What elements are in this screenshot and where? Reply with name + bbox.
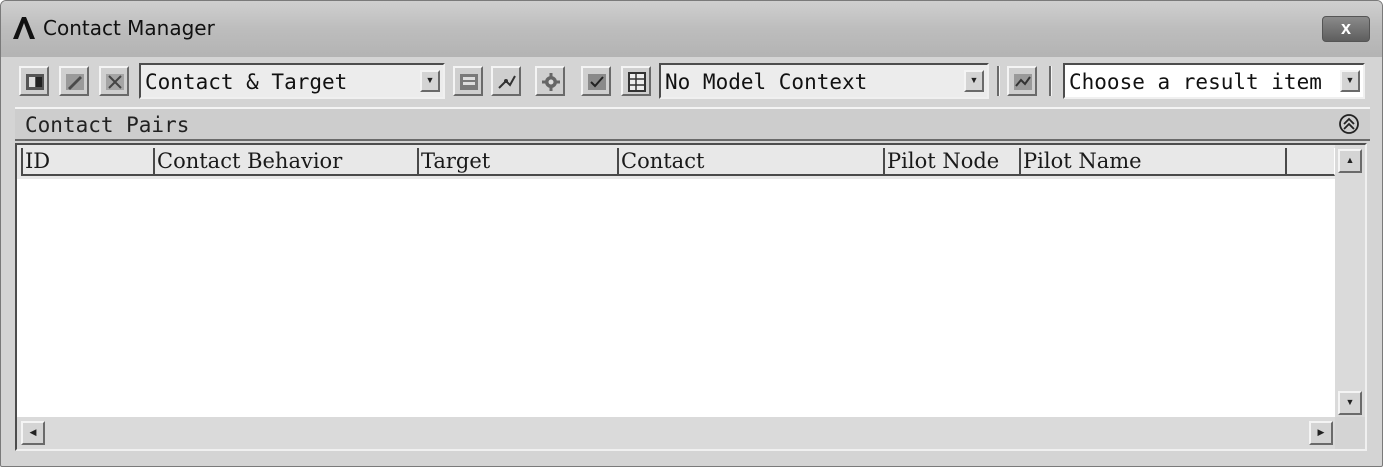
delete-contact-button[interactable] [99,66,129,96]
contact-tools-button[interactable] [535,66,565,96]
scroll-down-icon[interactable]: ▼ [1338,391,1362,415]
element-filter-dropdown[interactable]: Contact & Target ▼ [139,63,445,99]
contact-pairs-table[interactable]: ID Contact Behavior Target Contact Pilot… [15,143,1367,451]
result-item-dropdown[interactable]: Choose a result item ▼ [1063,63,1365,99]
scrollbar-corner [1335,417,1365,449]
section-title: Contact Pairs [25,113,190,137]
table-view-button[interactable] [621,66,651,96]
close-button[interactable]: x [1322,16,1370,42]
column-header-extra[interactable] [1285,148,1335,176]
plot-contacts-button[interactable] [491,66,521,96]
horizontal-scrollbar[interactable]: ◀ ▶ [17,417,1337,449]
scroll-right-icon[interactable]: ▶ [1309,421,1333,445]
model-context-dropdown[interactable]: No Model Context ▼ [659,63,989,99]
column-header-target[interactable]: Target [417,148,619,176]
toolbar: Contact & Target ▼ No Model Context ▼ Ch [15,61,1370,103]
plot-contacts-icon [498,75,516,89]
result-plot-icon [1014,74,1032,90]
collapse-up-icon[interactable] [1338,113,1360,135]
edit-contact-icon [66,74,84,90]
result-item-value: Choose a result item [1069,70,1322,94]
column-header-pilot-name[interactable]: Pilot Name [1019,148,1287,176]
window-title: Contact Manager [43,16,215,40]
contact-wizard-button[interactable] [19,66,49,96]
dropdown-arrow-icon[interactable]: ▼ [1340,70,1360,92]
contact-manager-window: Contact Manager x Contact & Target ▼ No … [0,0,1383,467]
column-header-id[interactable]: ID [21,148,155,176]
vertical-scrollbar[interactable]: ▲ ▼ [1335,145,1365,417]
contact-pairs-header: Contact Pairs [15,107,1370,141]
column-header-contact[interactable]: Contact [617,148,885,176]
table-view-icon [628,72,646,92]
ansys-logo-icon [13,17,35,39]
toolbar-separator [997,66,1000,96]
toolbar-separator [1049,66,1052,96]
scroll-up-icon[interactable]: ▲ [1338,149,1362,173]
dropdown-arrow-icon[interactable]: ▼ [420,70,440,92]
list-contacts-button[interactable] [453,66,483,96]
list-contacts-icon [460,74,478,90]
scroll-left-icon[interactable]: ◀ [21,421,45,445]
check-contacts-button[interactable] [581,66,611,96]
model-context-value: No Model Context [665,70,868,94]
title-bar[interactable]: Contact Manager x [1,1,1382,57]
column-header-contact-behavior[interactable]: Contact Behavior [153,148,419,176]
check-contacts-icon [588,74,606,90]
delete-contact-icon [106,74,124,90]
column-header-pilot-node[interactable]: Pilot Node [883,148,1021,176]
dropdown-arrow-icon[interactable]: ▼ [964,70,984,92]
contact-wizard-icon [26,74,44,90]
gear-icon [542,73,560,91]
edit-contact-button[interactable] [59,66,89,96]
element-filter-value: Contact & Target [145,70,348,94]
table-header: ID Contact Behavior Target Contact Pilot… [17,145,1337,179]
result-plot-button[interactable] [1007,66,1037,96]
